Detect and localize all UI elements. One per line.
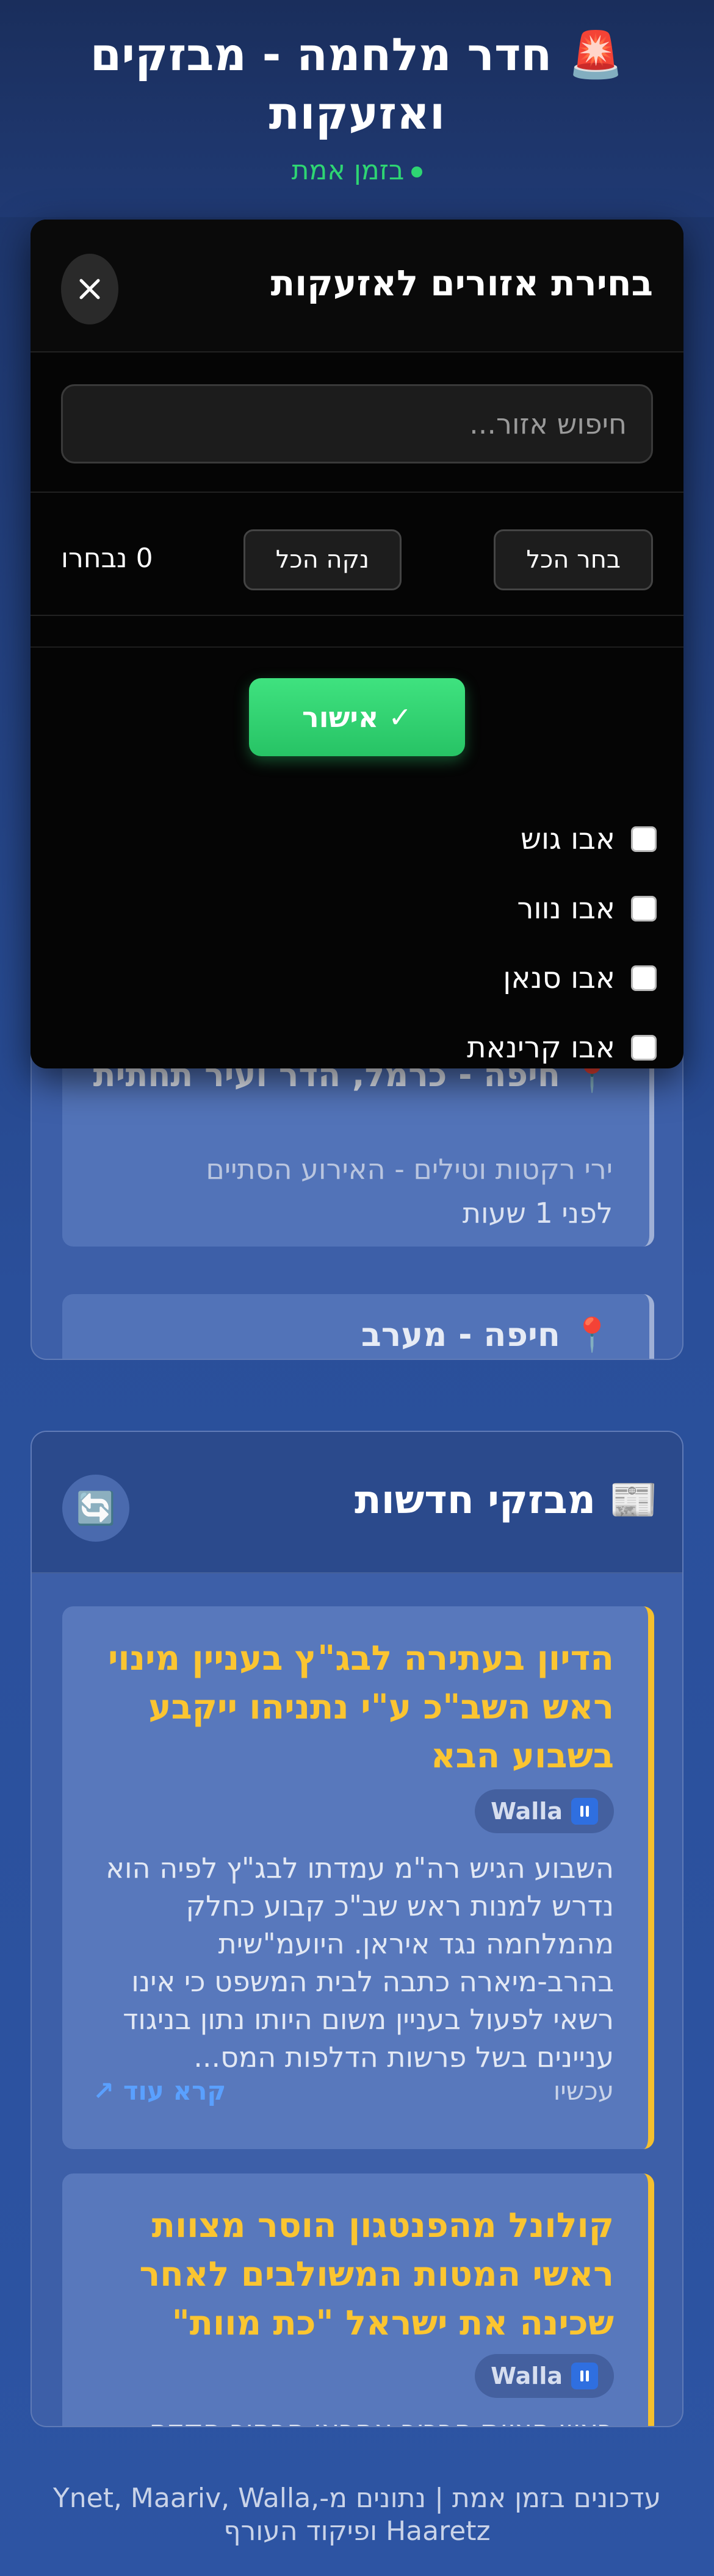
news-time: עכשיו bbox=[553, 2076, 614, 2106]
region-checkbox[interactable] bbox=[631, 1035, 657, 1061]
confirm-button[interactable]: ✓ אישור bbox=[249, 678, 465, 756]
selection-controls: בחר הכל נקה הכל 0 נבחרו bbox=[31, 494, 683, 616]
news-title: הדיון בעתירה לבג"ץ בעניין מינוי ראש השב"… bbox=[107, 1639, 614, 1776]
live-indicator: בזמן אמת bbox=[0, 152, 714, 189]
read-more-link[interactable]: קרא עוד ↗ bbox=[93, 2076, 226, 2106]
news-item[interactable]: הדיון בעתירה לבג"ץ בעניין מינוי ראש השב"… bbox=[62, 1606, 654, 2149]
alert-threat: ירי רקטות וטילים - האירוע הסתיים bbox=[206, 1153, 613, 1186]
walla-logo-icon bbox=[571, 1798, 598, 1825]
alert-item[interactable]: 📍 חיפה - מערב bbox=[62, 1294, 654, 1359]
region-option[interactable]: אבו גוש bbox=[521, 815, 657, 864]
region-option[interactable]: אבו קרינאת bbox=[467, 1023, 657, 1068]
modal-header: בחירת אזורים לאזעקות bbox=[31, 220, 683, 352]
region-label: אבו גוש bbox=[520, 822, 615, 856]
news-body: ראש הצוות הבכיר אחראי הבחיר הקדם bbox=[93, 2411, 614, 2426]
close-button[interactable] bbox=[61, 254, 118, 324]
search-section bbox=[31, 354, 683, 493]
walla-logo-icon bbox=[571, 2363, 598, 2389]
alert-time: לפני 1 שעות bbox=[462, 1197, 613, 1229]
footer-text: עדכונים בזמן אמת | נתונים מ-Ynet, Maariv… bbox=[52, 2483, 662, 2547]
region-option[interactable]: אבו סנאן bbox=[503, 954, 657, 1003]
region-label: אבו נוור bbox=[517, 892, 615, 926]
region-option[interactable]: אבו נוור bbox=[517, 884, 657, 933]
page-title: 🚨 חדר מלחמה - מבזקים ואזעקות bbox=[90, 29, 624, 140]
clear-all-button[interactable]: נקה הכל bbox=[243, 529, 402, 590]
news-item[interactable]: קולונל מהפנטגון הוסר מצוות ראשי המטות המ… bbox=[62, 2174, 654, 2426]
alert-title: 📍 חיפה - מערב bbox=[361, 1315, 613, 1354]
refresh-button[interactable]: 🔄 bbox=[62, 1475, 129, 1542]
news-body: השבוע הגיש רה"מ עמדתו לבג"ץ לפיה הוא נדר… bbox=[106, 1852, 614, 2073]
app-header: 🚨 חדר מלחמה - מבזקים ואזעקות בזמן אמת bbox=[0, 0, 714, 217]
region-label: אבו סנאן bbox=[503, 961, 615, 995]
close-icon bbox=[79, 279, 100, 299]
region-label: אבו קרינאת bbox=[467, 1031, 615, 1065]
region-checkbox[interactable] bbox=[631, 965, 657, 991]
news-title: קולונל מהפנטגון הוסר מצוות ראשי המטות המ… bbox=[139, 2206, 614, 2343]
selected-count: 0 נבחרו bbox=[61, 543, 153, 574]
news-heading: 📰 מבזקי חדשות bbox=[355, 1478, 658, 1523]
select-all-button[interactable]: בחר הכל bbox=[494, 529, 653, 590]
source-name: Walla bbox=[491, 1798, 563, 1825]
source-badge: Walla bbox=[475, 1789, 614, 1833]
live-label: בזמן אמת bbox=[291, 155, 405, 186]
news-card: 📰 מבזקי חדשות 🔄 הדיון בעתירה לבג"ץ בעניי… bbox=[31, 1431, 683, 2427]
region-checkbox[interactable] bbox=[631, 896, 657, 921]
news-header: 📰 מבזקי חדשות 🔄 bbox=[32, 1432, 682, 1573]
source-name: Walla bbox=[491, 2363, 563, 2389]
source-badge: Walla bbox=[475, 2354, 614, 2398]
region-select-modal: בחירת אזורים לאזעקות בחר הכל נקה הכל 0 נ… bbox=[31, 220, 683, 1068]
live-dot-icon bbox=[411, 166, 423, 177]
region-checkbox[interactable] bbox=[631, 826, 657, 852]
region-search-input[interactable] bbox=[61, 384, 653, 463]
divider bbox=[31, 617, 683, 648]
refresh-icon: 🔄 bbox=[76, 1490, 116, 1526]
modal-title: בחירת אזורים לאזעקות bbox=[270, 262, 653, 304]
